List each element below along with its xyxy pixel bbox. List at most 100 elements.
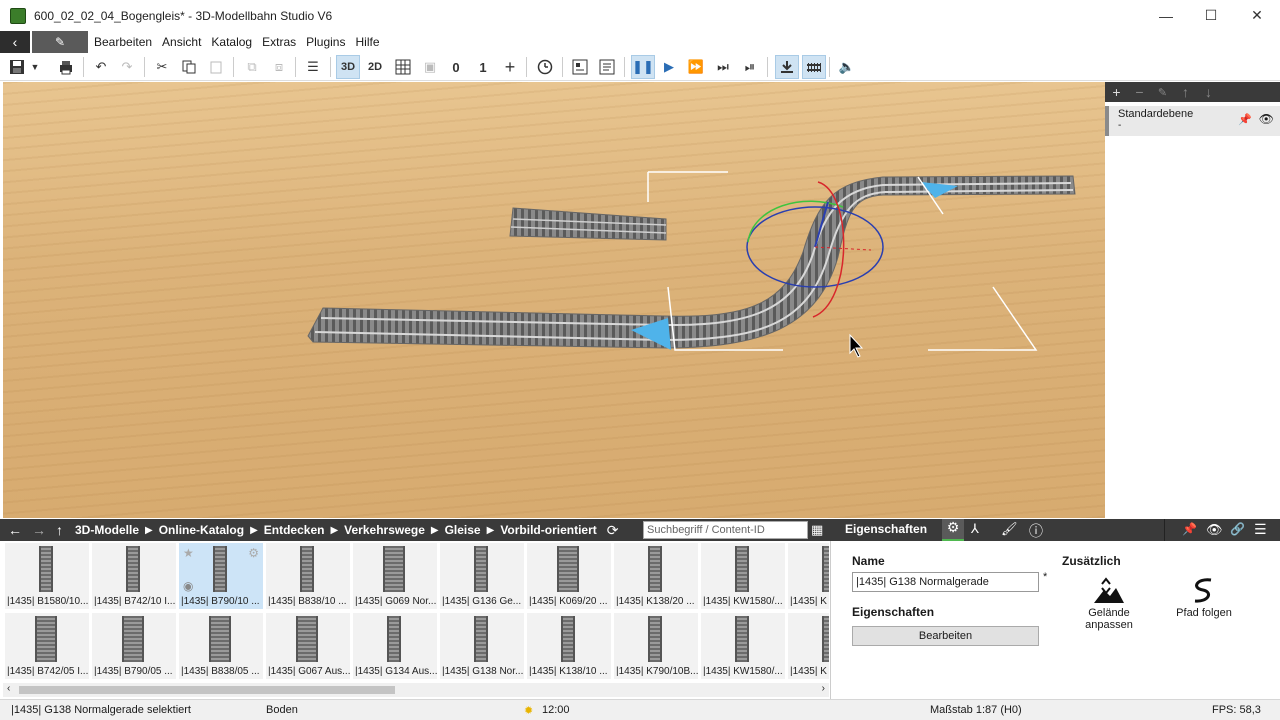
layer-sub: -: [1118, 120, 1122, 131]
pin-panel-icon[interactable]: 📌: [1182, 522, 1197, 536]
close-button[interactable]: ✕: [1234, 0, 1280, 31]
add-layer-icon[interactable]: +: [1105, 84, 1128, 100]
faster-forward-icon[interactable]: ⏭: [711, 55, 735, 79]
remove-layer-icon[interactable]: −: [1128, 84, 1151, 100]
hamburger-menu-icon[interactable]: ☰: [1254, 521, 1267, 538]
follow-path-button[interactable]: Pfad folgen: [1169, 576, 1239, 619]
list-icon[interactable]: ☰: [301, 55, 325, 79]
catalog-item[interactable]: |1435| B838/10 ...: [266, 543, 350, 609]
terrain-adapt-button[interactable]: Gelände anpassen: [1063, 576, 1155, 631]
catalog-item[interactable]: |1435| K: [788, 543, 829, 609]
scroll-thumb[interactable]: [19, 686, 395, 694]
script-editor-icon[interactable]: [595, 55, 619, 79]
crumb-3d-modelle[interactable]: 3D-Modelle: [75, 523, 139, 537]
catalog-search-input[interactable]: Suchbegriff / Content-ID: [643, 521, 808, 539]
catalog-item[interactable]: |1435| K069/20 ...: [527, 543, 611, 609]
name-field[interactable]: |1435| G138 Normalgerade: [852, 572, 1039, 592]
print-icon[interactable]: [54, 55, 78, 79]
catalog-item[interactable]: |1435| G138 Nor...: [440, 613, 524, 679]
visibility-icon[interactable]: 👁: [1206, 522, 1223, 538]
catalog-item[interactable]: |1435| KW1580/...: [701, 543, 785, 609]
maximize-button[interactable]: ☐: [1188, 0, 1234, 31]
crumb-gleise[interactable]: Gleise: [445, 523, 481, 537]
pin-icon[interactable]: 📌: [1238, 113, 1252, 126]
cut-icon[interactable]: ✂: [150, 55, 174, 79]
counter-1-button[interactable]: 1: [471, 55, 495, 79]
counter-0-button[interactable]: 0: [444, 55, 468, 79]
play-icon[interactable]: ▶: [657, 55, 681, 79]
catalog-item[interactable]: |1435| G067 Aus...: [266, 613, 350, 679]
pause-icon[interactable]: ❚❚: [631, 55, 655, 79]
catalog-item[interactable]: |1435| G069 Nor...: [353, 543, 437, 609]
crumb-online-katalog[interactable]: Online-Katalog: [159, 523, 244, 537]
catalog-item[interactable]: |1435| K138/20 ...: [614, 543, 698, 609]
track-snap-icon[interactable]: [802, 55, 826, 79]
catalog-item[interactable]: |1435| B742/10 I...: [92, 543, 176, 609]
menu-ansicht[interactable]: Ansicht: [161, 35, 202, 49]
crumb-entdecken[interactable]: Entdecken: [264, 523, 325, 537]
scroll-right-icon[interactable]: ›: [822, 683, 825, 694]
menu-katalog[interactable]: Katalog: [210, 35, 253, 49]
copy-icon[interactable]: [177, 55, 201, 79]
view-3d-button[interactable]: 3D: [336, 55, 360, 79]
move-layer-down-icon[interactable]: ↓: [1197, 84, 1220, 100]
paste-icon[interactable]: [204, 55, 228, 79]
move-layer-up-icon[interactable]: ↑: [1174, 84, 1197, 100]
settings-gear-icon[interactable]: ⚙: [942, 519, 964, 541]
3d-viewport[interactable]: [3, 82, 1105, 518]
menu-bearbeiten[interactable]: Bearbeiten: [93, 35, 153, 49]
catalog-item[interactable]: |1435| B742/05 I...: [5, 613, 89, 679]
catalog-item[interactable]: |1435| K138/10 ...: [527, 613, 611, 679]
grid-icon[interactable]: [391, 55, 415, 79]
event-editor-icon[interactable]: [568, 55, 592, 79]
save-dropdown-icon[interactable]: ▼: [27, 55, 43, 79]
crumb-vorbild-orientiert[interactable]: Vorbild-orientiert: [500, 523, 596, 537]
minimize-button[interactable]: —: [1143, 0, 1189, 31]
redo-icon[interactable]: ↷: [115, 55, 139, 79]
axis-icon[interactable]: ⅄: [971, 521, 979, 537]
rename-layer-icon[interactable]: ✎: [1151, 86, 1174, 99]
sound-icon[interactable]: 🔈: [835, 55, 859, 79]
link-icon[interactable]: 🔗: [1230, 522, 1245, 536]
edit-properties-button[interactable]: Bearbeiten: [852, 626, 1039, 646]
info-icon[interactable]: ⓘ: [1029, 521, 1043, 541]
grid-view-icon[interactable]: ▦: [811, 522, 823, 538]
catalog-item-selected[interactable]: ★ ◉ ⚙ |1435| B790/10 ...: [179, 543, 263, 609]
menu-hilfe[interactable]: Hilfe: [354, 35, 380, 49]
eye-icon[interactable]: 👁: [1259, 112, 1274, 126]
paint-icon[interactable]: 🖌: [1001, 521, 1018, 537]
train-icon[interactable]: ▣: [418, 55, 442, 79]
nav-forward-icon[interactable]: →: [32, 522, 46, 538]
undo-icon[interactable]: ↶: [89, 55, 113, 79]
catalog-item[interactable]: |1435| B790/05 ...: [92, 613, 176, 679]
catalog-item[interactable]: |1435| K790/10B...: [614, 613, 698, 679]
catalog-scrollbar[interactable]: ‹ ›: [3, 683, 829, 697]
save-icon[interactable]: [5, 55, 29, 79]
layer-item-standardebene[interactable]: Standardebene - 📌 👁: [1105, 106, 1280, 136]
menu-plugins[interactable]: Plugins: [305, 35, 346, 49]
nav-up-icon[interactable]: ↑: [56, 522, 63, 538]
group-icon[interactable]: ⧉: [240, 55, 264, 79]
catalog-item[interactable]: |1435| K: [788, 613, 829, 679]
clock-icon[interactable]: [533, 55, 557, 79]
menu-extras[interactable]: Extras: [261, 35, 297, 49]
catalog-item[interactable]: |1435| B838/05 ...: [179, 613, 263, 679]
catalog-item[interactable]: |1435| G136 Ge...: [440, 543, 524, 609]
tab-eigenschaften[interactable]: Eigenschaften: [845, 522, 927, 536]
catalog-item[interactable]: |1435| B1580/10...: [5, 543, 89, 609]
crumb-verkehrswege[interactable]: Verkehrswege: [344, 523, 425, 537]
back-icon[interactable]: ‹: [0, 31, 30, 53]
step-end-icon[interactable]: ⏯: [738, 55, 762, 79]
add-icon[interactable]: +: [498, 55, 522, 79]
view-2d-button[interactable]: 2D: [363, 55, 387, 79]
catalog-item[interactable]: |1435| G134 Aus...: [353, 613, 437, 679]
fast-forward-icon[interactable]: ⏩: [684, 55, 708, 79]
track-curved-main[interactable]: [307, 175, 1076, 349]
scroll-left-icon[interactable]: ‹: [7, 683, 10, 694]
refresh-icon[interactable]: ⟳: [607, 522, 619, 539]
catalog-item[interactable]: |1435| KW1580/...: [701, 613, 785, 679]
ungroup-icon[interactable]: ⧈: [267, 55, 291, 79]
edit-mode-icon[interactable]: ✎: [32, 31, 88, 53]
nav-back-icon[interactable]: ←: [8, 522, 22, 538]
snap-download-icon[interactable]: [775, 55, 799, 79]
